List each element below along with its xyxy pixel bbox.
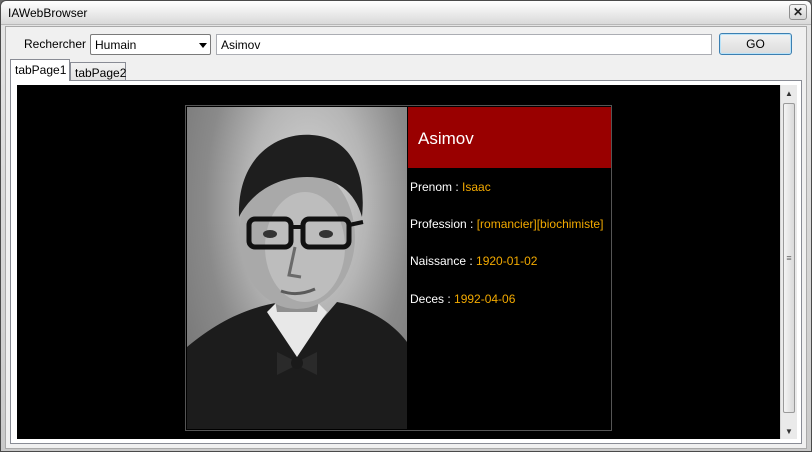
close-icon[interactable]: ✕ (789, 4, 807, 20)
tab-page2[interactable]: tabPage2 (70, 62, 126, 80)
scroll-up-icon[interactable]: ▲ (781, 85, 797, 101)
category-dropdown[interactable]: Humain (90, 34, 211, 55)
search-label: Rechercher (24, 37, 87, 51)
chevron-down-icon (199, 43, 207, 48)
tab-page1[interactable]: tabPage1 (10, 59, 70, 81)
field-value: 1920-01-02 (476, 254, 538, 268)
client-area: Rechercher Humain GO tabPage1 tabPage2 (5, 26, 807, 449)
browser-viewport: Asimov Prenom : Isaac Profession : [roma… (17, 85, 797, 439)
person-card: Asimov Prenom : Isaac Profession : [roma… (185, 105, 612, 431)
go-button[interactable]: GO (719, 33, 792, 55)
field-naissance: Naissance : 1920-01-02 (410, 254, 537, 268)
person-name: Asimov (418, 129, 474, 148)
field-label: Profession : (410, 217, 477, 231)
category-value: Humain (95, 38, 137, 52)
scroll-down-icon[interactable]: ▼ (781, 423, 797, 439)
portrait-photo (187, 107, 407, 429)
field-label: Deces : (410, 292, 455, 306)
field-deces: Deces : 1992-04-06 (410, 292, 515, 306)
title-bar[interactable]: IAWebBrowser ✕ (1, 1, 811, 25)
field-label: Naissance : (410, 254, 477, 268)
field-profession: Profession : [romancier][biochimiste] (410, 217, 603, 231)
field-prenom: Prenom : Isaac (410, 180, 491, 194)
scroll-thumb[interactable]: ≡ (783, 103, 795, 413)
window-title: IAWebBrowser (8, 6, 88, 20)
name-banner: Asimov (408, 107, 611, 168)
field-value: 1992-04-06 (454, 292, 516, 306)
tab-panel: Asimov Prenom : Isaac Profession : [roma… (10, 80, 802, 444)
field-value: [romancier][biochimiste] (476, 217, 604, 231)
field-value: Isaac (462, 180, 491, 194)
portrait-illustration (187, 134, 407, 429)
vertical-scrollbar[interactable]: ▲ ≡ ▼ (780, 85, 797, 439)
search-input[interactable] (216, 34, 712, 55)
field-label: Prenom : (410, 180, 463, 194)
app-window: IAWebBrowser ✕ Rechercher Humain GO tabP… (0, 0, 812, 452)
